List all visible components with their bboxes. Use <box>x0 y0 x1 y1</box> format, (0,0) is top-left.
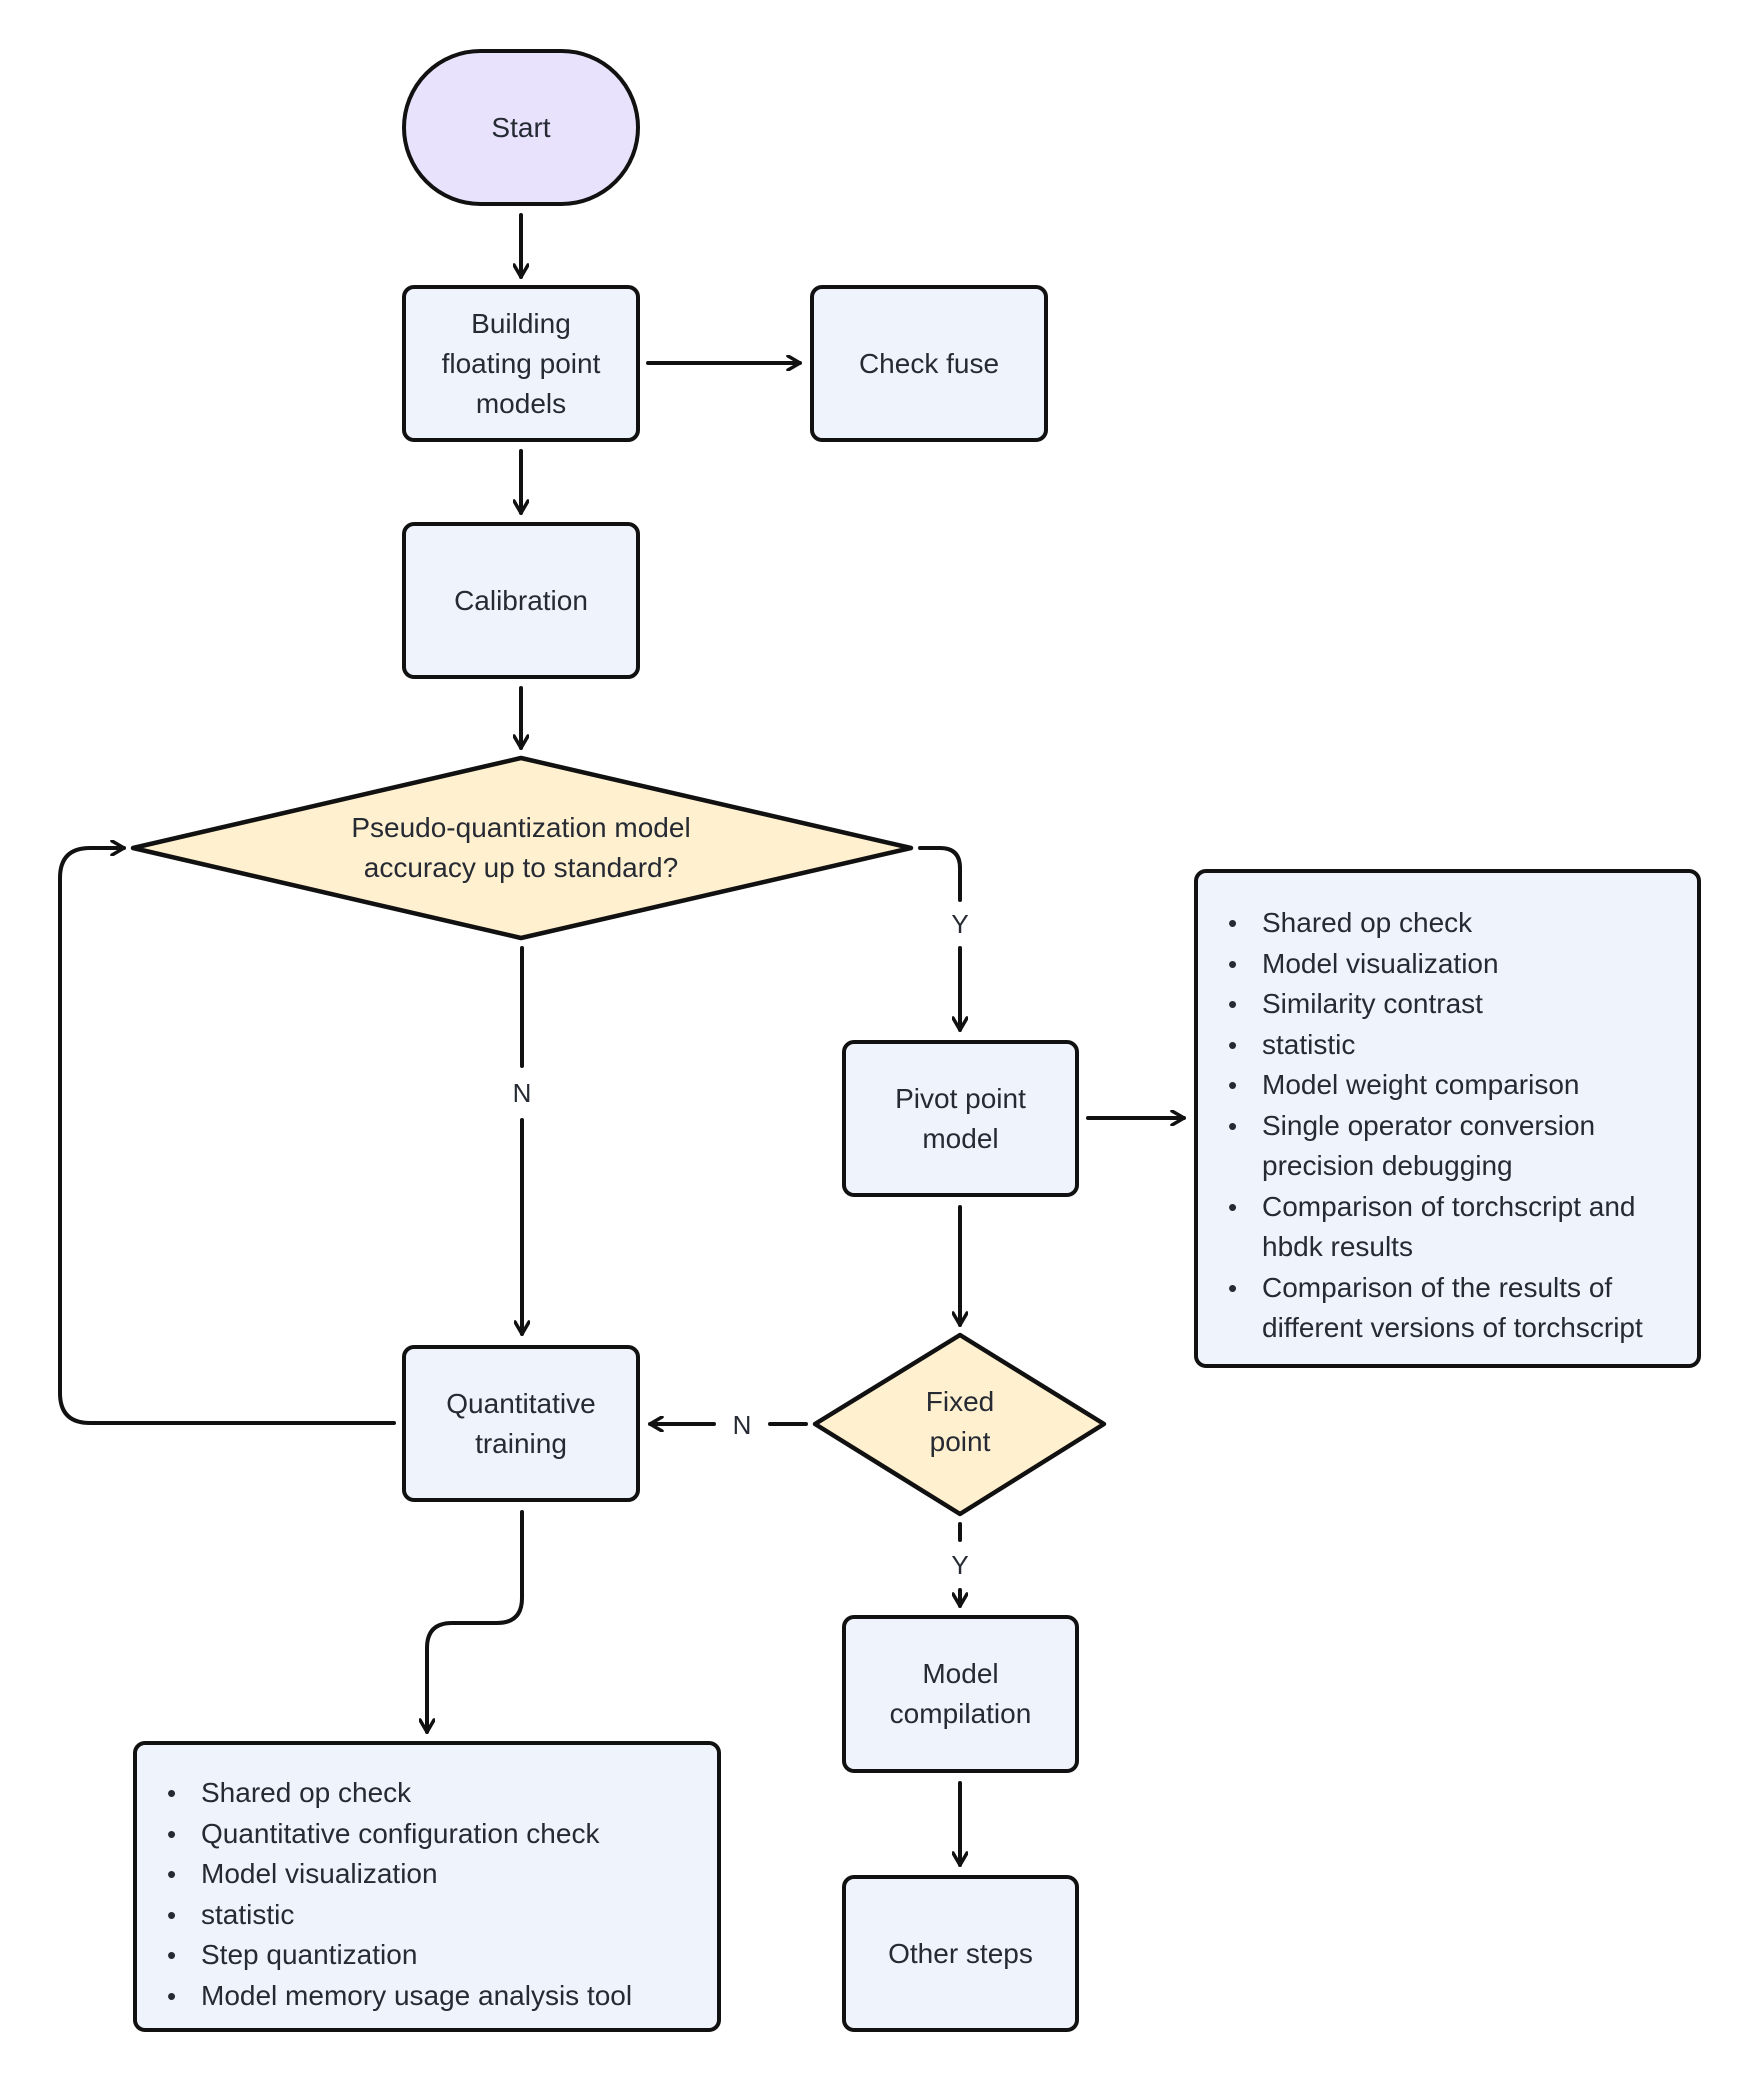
fixed-point-decision-node[interactable]: Fixed point <box>885 1382 1035 1462</box>
calibration-label: Calibration <box>454 584 588 616</box>
check-fuse-label: Check fuse <box>858 347 1000 379</box>
pivot-label-line-2: model <box>922 1122 999 1154</box>
quant-tool-item: Model visualization <box>145 1854 697 1895</box>
pivot-tool-item: Model visualization <box>1206 944 1677 985</box>
build-label-line-2: floating point <box>441 347 601 379</box>
pivot-point-model-node[interactable]: Pivot point model <box>842 1040 1079 1197</box>
quant-tool-item: Quantitative configuration check <box>145 1814 697 1855</box>
quant-tools-list: Shared op check Quantitative configurati… <box>133 1741 721 2032</box>
other-steps-label: Other steps <box>888 1937 1033 1969</box>
quant-label-line-1: Quantitative <box>446 1387 596 1419</box>
compilation-label-line-1: Model <box>922 1658 999 1689</box>
check-fuse-node[interactable]: Check fuse <box>810 285 1048 442</box>
other-steps-node[interactable]: Other steps <box>842 1875 1079 2032</box>
quantitative-training-node[interactable]: Quantitative training <box>402 1345 640 1502</box>
accuracy-decision-line-1: Pseudo-quantization model <box>351 812 691 843</box>
quant-label-line-2: training <box>475 1427 567 1459</box>
fixed-yes-label: Y <box>945 1550 975 1580</box>
pivot-tool-item: Single operator conversion precision deb… <box>1206 1106 1677 1187</box>
pivot-tool-item: Comparison of torchscript and hbdk resul… <box>1206 1187 1677 1268</box>
pivot-tool-item: Comparison of the results of different v… <box>1206 1268 1677 1349</box>
start-node[interactable]: Start <box>402 49 640 206</box>
fixed-point-line-1: Fixed <box>925 1386 995 1417</box>
quant-tool-item: statistic <box>145 1895 697 1936</box>
calibration-node[interactable]: Calibration <box>402 522 640 679</box>
build-label-line-3: models <box>475 387 567 419</box>
fixed-no-label: N <box>727 1410 757 1440</box>
build-float-model-node[interactable]: Building floating point models <box>402 285 640 442</box>
edge-quant-to-tools <box>427 1510 524 1734</box>
build-label-line-1: Building <box>471 307 571 339</box>
edge-quant-loop-to-decision <box>58 848 396 1425</box>
pivot-tool-item: Similarity contrast <box>1206 984 1677 1025</box>
accuracy-yes-label: Y <box>945 909 975 939</box>
pivot-tool-item: Shared op check <box>1206 903 1677 944</box>
fixed-point-line-2: point <box>929 1426 991 1457</box>
compilation-label-line-2: compilation <box>889 1698 1032 1729</box>
pivot-tools-list: Shared op check Model visualization Simi… <box>1194 869 1701 1368</box>
pivot-tool-item: statistic <box>1206 1025 1677 1066</box>
accuracy-no-label: N <box>507 1078 537 1108</box>
pivot-tool-item: Model weight comparison <box>1206 1065 1677 1106</box>
accuracy-decision-node[interactable]: Pseudo-quantization model accuracy up to… <box>283 808 759 888</box>
start-label: Start <box>491 111 551 143</box>
pivot-label-line-1: Pivot point <box>895 1082 1026 1114</box>
edge-decision-yes-to-pivot <box>918 846 960 1030</box>
model-compilation-node[interactable]: Model compilation <box>842 1615 1079 1773</box>
quant-tool-item: Step quantization <box>145 1935 697 1976</box>
accuracy-decision-line-2: accuracy up to standard? <box>363 852 679 883</box>
quant-tool-item: Model memory usage analysis tool <box>145 1976 697 2017</box>
quant-tool-item: Shared op check <box>145 1773 697 1814</box>
